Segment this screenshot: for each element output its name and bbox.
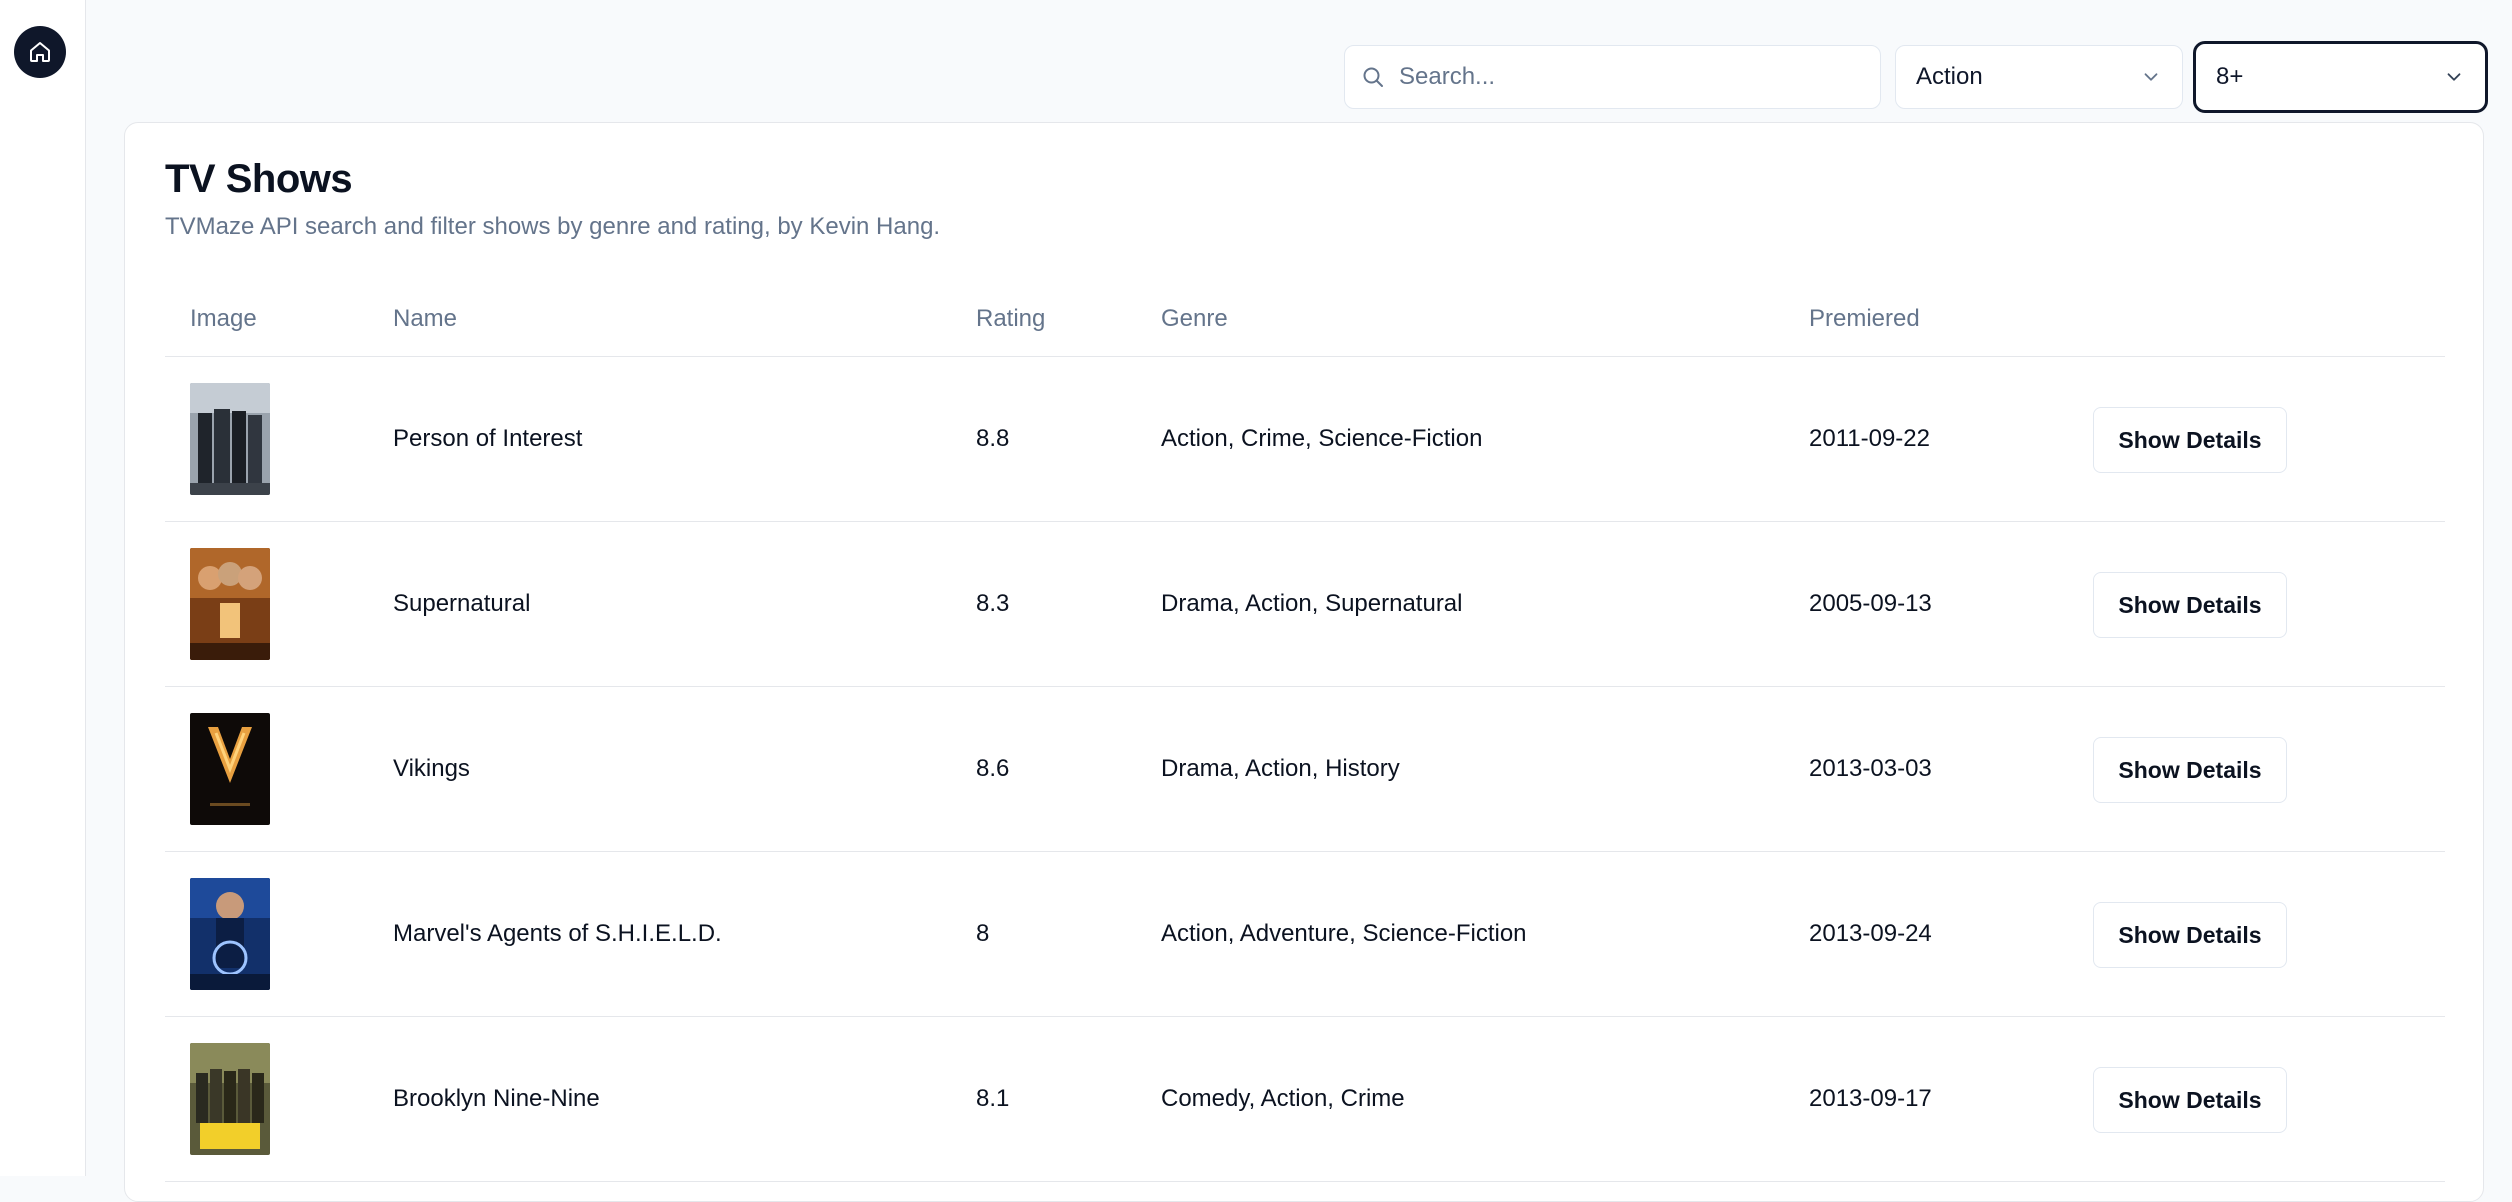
- show-genre: Action, Adventure, Science-Fiction: [1161, 920, 1527, 947]
- show-rating: 8.1: [976, 1085, 1010, 1112]
- table-row: Person of Interest 8.8 Action, Crime, Sc…: [165, 357, 2445, 522]
- table-header: Image Name Rating Genre Premiered: [165, 283, 2445, 357]
- show-poster: [190, 1043, 270, 1155]
- show-name: Brooklyn Nine-Nine: [393, 1085, 600, 1112]
- show-rating: 8.8: [976, 425, 1010, 452]
- page-title: TV Shows: [165, 157, 353, 201]
- search-input[interactable]: Search...: [1344, 45, 1881, 109]
- show-rating: 8.6: [976, 755, 1010, 782]
- header-rating: Rating: [976, 305, 1046, 332]
- table-row: Supernatural 8.3 Drama, Action, Supernat…: [165, 522, 2445, 687]
- show-poster: [190, 878, 270, 990]
- home-button[interactable]: [14, 26, 66, 78]
- show-rating: 8: [976, 920, 990, 947]
- show-premiered: 2013-09-24: [1809, 920, 1932, 947]
- page-subtitle: TVMaze API search and filter shows by ge…: [165, 213, 941, 240]
- header-premiered: Premiered: [1809, 305, 1920, 332]
- show-genre: Action, Crime, Science-Fiction: [1161, 425, 1483, 452]
- header-name: Name: [393, 305, 458, 332]
- home-icon: [30, 42, 50, 62]
- header-image: Image: [190, 305, 257, 332]
- search-icon: [1363, 67, 1383, 87]
- chevron-down-icon: [2144, 73, 2158, 81]
- sidebar: [0, 0, 86, 1176]
- shows-table: Image Name Rating Genre Premiered Person…: [165, 283, 2445, 1182]
- show-genre: Comedy, Action, Crime: [1161, 1085, 1405, 1112]
- show-details-button[interactable]: Show Details: [2093, 572, 2287, 638]
- show-details-button[interactable]: Show Details: [2093, 407, 2287, 473]
- search-placeholder: Search...: [1399, 63, 1496, 90]
- show-premiered: 2005-09-13: [1809, 590, 1932, 617]
- genre-select[interactable]: Action: [1895, 45, 2183, 109]
- show-rating: 8.3: [976, 590, 1010, 617]
- show-premiered: 2013-03-03: [1809, 755, 1932, 782]
- genre-select-value: Action: [1916, 63, 1983, 90]
- chevron-down-icon: [2447, 73, 2461, 81]
- show-premiered: 2013-09-17: [1809, 1085, 1932, 1112]
- show-details-button[interactable]: Show Details: [2093, 902, 2287, 968]
- show-name: Person of Interest: [393, 425, 583, 452]
- table-row: Marvel's Agents of S.H.I.E.L.D. 8 Action…: [165, 852, 2445, 1017]
- show-poster: [190, 383, 270, 495]
- table-row: Brooklyn Nine-Nine 8.1 Comedy, Action, C…: [165, 1017, 2445, 1182]
- show-details-button[interactable]: Show Details: [2093, 1067, 2287, 1133]
- show-genre: Drama, Action, History: [1161, 755, 1400, 782]
- show-poster: [190, 713, 270, 825]
- show-name: Supernatural: [393, 590, 531, 617]
- show-name: Marvel's Agents of S.H.I.E.L.D.: [393, 920, 722, 947]
- header-genre: Genre: [1161, 305, 1228, 332]
- table-row: Vikings 8.6 Drama, Action, History 2013-…: [165, 687, 2445, 852]
- show-details-button[interactable]: Show Details: [2093, 737, 2287, 803]
- show-name: Vikings: [393, 755, 470, 782]
- show-genre: Drama, Action, Supernatural: [1161, 590, 1463, 617]
- show-premiered: 2011-09-22: [1809, 425, 1930, 452]
- rating-select-value: 8+: [2216, 63, 2244, 90]
- shows-card: TV Shows TVMaze API search and filter sh…: [124, 122, 2484, 1202]
- show-poster: [190, 548, 270, 660]
- rating-select[interactable]: 8+: [2193, 41, 2488, 113]
